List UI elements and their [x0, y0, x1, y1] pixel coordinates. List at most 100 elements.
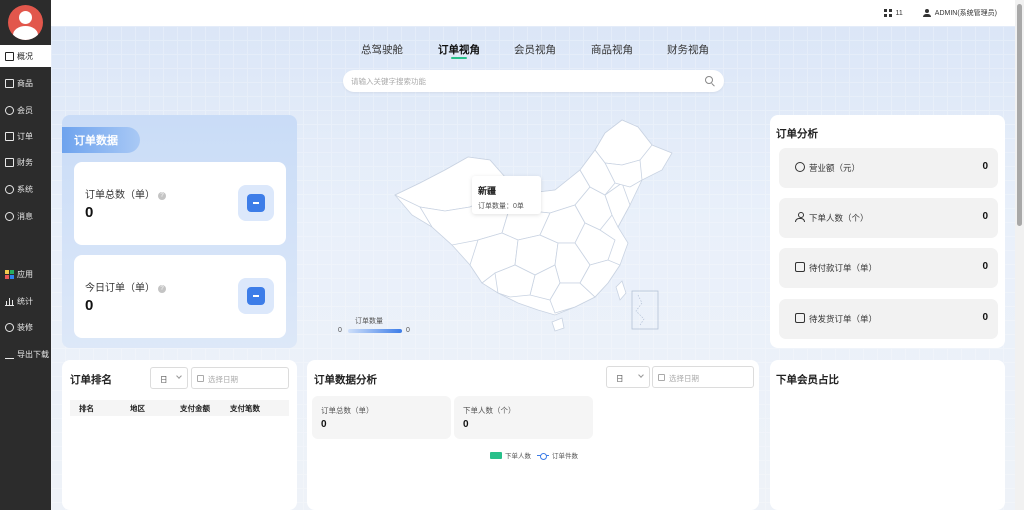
unpaid-row: 待付款订单（单） 0: [779, 248, 998, 288]
member-ratio-title: 下单会员占比: [776, 374, 839, 386]
help-icon[interactable]: ?: [158, 192, 166, 200]
bar-legend-icon[interactable]: [490, 451, 502, 459]
package-icon: [795, 313, 805, 323]
period-select-value: 日: [616, 374, 624, 383]
message-icon: [5, 211, 14, 221]
date-picker[interactable]: 选择日期: [652, 366, 754, 388]
order-data-analysis-title: 订单数据分析: [314, 374, 377, 386]
shopping-bag-icon: [238, 185, 274, 221]
date-picker-placeholder: 选择日期: [208, 375, 238, 384]
sidebar-item-label: 系统: [17, 184, 33, 194]
person-icon: [795, 212, 805, 222]
buyers-label: 下单人数（个）: [809, 213, 869, 223]
sidebar-item-label: 订单: [17, 131, 33, 141]
sidebar-item-goods[interactable]: 商品: [0, 72, 51, 94]
analysis-total-orders: 订单总数（单） 0: [312, 396, 451, 439]
order-data-card: 订单数据 订单总数（单）? 0 今日订单（单）? 0: [62, 115, 297, 348]
unpaid-label: 待付款订单（单）: [809, 263, 878, 273]
member-icon: [5, 105, 14, 115]
page-scrollbar[interactable]: [1015, 0, 1024, 510]
tab-orders[interactable]: 订单视角: [438, 42, 480, 57]
revenue-row: 营业额（元） 0: [779, 148, 998, 188]
sidebar-item-label: 消息: [17, 211, 33, 221]
date-picker-placeholder: 选择日期: [669, 374, 699, 383]
column-header: 排名: [79, 404, 94, 413]
user-icon: [922, 9, 931, 17]
search-input[interactable]: [351, 70, 691, 92]
period-select-value: 日: [160, 375, 168, 384]
date-picker[interactable]: 选择日期: [191, 367, 289, 389]
legend-label-buyers[interactable]: 下单人数: [505, 450, 531, 460]
sidebar-item-export[interactable]: 导出下载: [0, 343, 51, 365]
order-analysis-title: 订单分析: [776, 128, 818, 140]
line-legend-icon[interactable]: [537, 452, 549, 460]
sidebar-item-messages[interactable]: 消息: [0, 205, 51, 227]
user-menu[interactable]: ADMIN(系统管理员): [935, 8, 997, 18]
order-ranking-title: 订单排名: [70, 374, 112, 386]
analysis-buyers-label: 下单人数（个）: [463, 406, 516, 415]
map-legend-min: 0: [338, 327, 342, 334]
sidebar: 概况 商品 会员 订单 财务 系统 消息 应用 统计 装修 导出下载: [0, 0, 51, 510]
map-legend-bar[interactable]: [348, 329, 402, 333]
brush-icon: [5, 322, 14, 332]
analysis-buyers-value: 0: [463, 419, 469, 430]
chevron-down-icon: [176, 373, 182, 379]
sidebar-item-stats[interactable]: 统计: [0, 290, 51, 312]
search-icon[interactable]: [705, 76, 713, 84]
dashboard-icon: [5, 51, 14, 61]
period-select[interactable]: 日: [150, 367, 188, 389]
sidebar-item-apps[interactable]: 应用: [0, 263, 51, 285]
sidebar-item-overview[interactable]: 概况: [0, 45, 51, 67]
tab-cockpit[interactable]: 总驾驶舱: [361, 42, 403, 57]
today-orders-label: 今日订单（单）: [85, 283, 155, 294]
unpaid-value: 0: [982, 261, 988, 272]
topbar: 11 ADMIN(系统管理员): [51, 0, 1015, 26]
order-ranking-card: 订单排名 日 选择日期 排名 地区 支付金额 支付笔数: [62, 360, 297, 510]
analysis-total-orders-label: 订单总数（单）: [321, 406, 374, 415]
search-bar: [343, 70, 724, 92]
view-tabs: 总驾驶舱 订单视角 会员视角 商品视角 财务视角: [340, 42, 720, 62]
analysis-total-orders-value: 0: [321, 419, 327, 430]
download-icon: [5, 350, 14, 359]
sidebar-item-label: 概况: [17, 51, 33, 61]
column-header: 支付笔数: [230, 404, 260, 413]
tooltip-value: 订单数量：0单: [478, 203, 524, 210]
sidebar-item-system[interactable]: 系统: [0, 178, 51, 200]
sidebar-item-orders[interactable]: 订单: [0, 125, 51, 147]
wallet-icon: [795, 262, 805, 272]
notification-count[interactable]: 11: [896, 10, 903, 17]
gear-icon: [5, 184, 14, 194]
today-orders-box: 今日订单（单）? 0: [74, 255, 286, 338]
sidebar-item-decoration[interactable]: 装修: [0, 316, 51, 338]
avatar[interactable]: [8, 5, 43, 40]
stats-icon: [5, 296, 14, 306]
today-orders-value: 0: [85, 297, 94, 314]
period-select[interactable]: 日: [606, 366, 650, 388]
goods-icon: [5, 78, 14, 88]
unshipped-row: 待发货订单（单） 0: [779, 299, 998, 339]
chevron-down-icon: [638, 372, 644, 378]
grid-icon[interactable]: [883, 9, 892, 17]
sidebar-item-label: 导出下载: [17, 349, 49, 359]
sidebar-item-label: 统计: [17, 296, 33, 306]
buyers-value: 0: [982, 211, 988, 222]
unshipped-label: 待发货订单（单）: [809, 314, 878, 324]
ranking-table-header: 排名 地区 支付金额 支付笔数: [70, 400, 289, 416]
scrollbar-thumb[interactable]: [1017, 4, 1022, 226]
legend-label-items[interactable]: 订单件数: [552, 450, 578, 460]
order-analysis-card: 订单分析 营业额（元） 0 下单人数（个） 0 待付款订单（单） 0 待发货订单…: [770, 115, 1005, 348]
sidebar-item-members[interactable]: 会员: [0, 99, 51, 121]
sidebar-item-finance[interactable]: 财务: [0, 151, 51, 173]
column-header: 地区: [130, 404, 145, 413]
revenue-label: 营业额（元）: [809, 163, 861, 173]
tab-finance[interactable]: 财务视角: [667, 42, 709, 57]
china-map[interactable]: [390, 115, 690, 340]
map-tooltip: 新疆 订单数量：0单: [472, 176, 541, 214]
sidebar-item-label: 应用: [17, 269, 33, 279]
tab-goods[interactable]: 商品视角: [591, 42, 633, 57]
finance-icon: [5, 157, 14, 167]
help-icon[interactable]: ?: [158, 285, 166, 293]
tab-members[interactable]: 会员视角: [514, 42, 556, 57]
calendar-icon: [197, 375, 204, 382]
member-ratio-card: 下单会员占比: [770, 360, 1005, 510]
